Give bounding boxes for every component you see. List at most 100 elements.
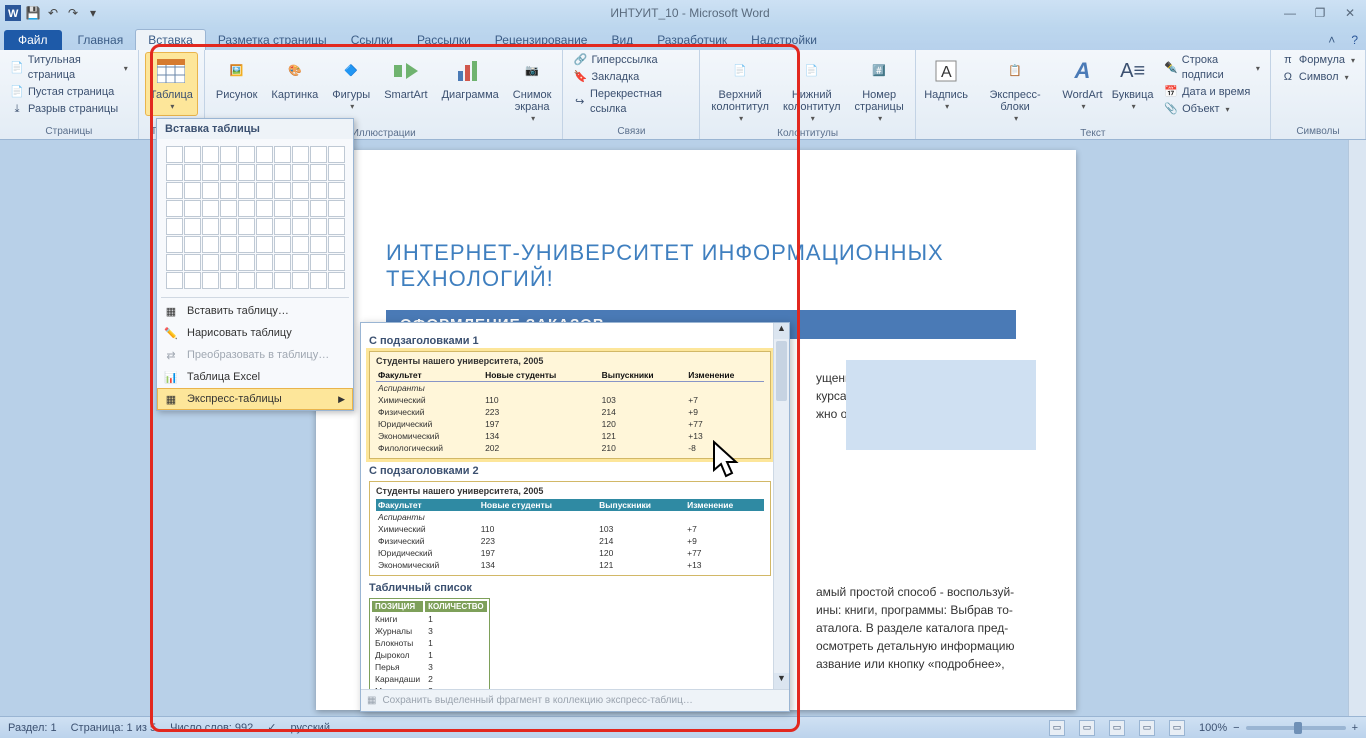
clipart-button[interactable]: 🎨Картинка bbox=[266, 52, 323, 104]
datetime-button[interactable]: 📅Дата и время bbox=[1160, 84, 1264, 101]
minimize-button[interactable]: — bbox=[1278, 6, 1302, 20]
grid-cell[interactable] bbox=[310, 200, 327, 217]
view-draft-icon[interactable]: ▭ bbox=[1169, 720, 1185, 736]
scroll-thumb[interactable] bbox=[776, 341, 787, 401]
grid-cell[interactable] bbox=[184, 272, 201, 289]
grid-cell[interactable] bbox=[166, 254, 183, 271]
grid-cell[interactable] bbox=[166, 236, 183, 253]
grid-cell[interactable] bbox=[220, 272, 237, 289]
grid-cell[interactable] bbox=[184, 164, 201, 181]
grid-cell[interactable] bbox=[220, 236, 237, 253]
grid-cell[interactable] bbox=[328, 272, 345, 289]
grid-cell[interactable] bbox=[274, 164, 291, 181]
scroll-up-icon[interactable]: ▲ bbox=[774, 323, 789, 339]
pagenum-button[interactable]: #️⃣Номер страницы▾ bbox=[850, 52, 909, 128]
grid-cell[interactable] bbox=[256, 164, 273, 181]
gallery-item-subheadings-2[interactable]: Студенты нашего университета, 2005 Факул… bbox=[369, 481, 771, 576]
grid-cell[interactable] bbox=[166, 200, 183, 217]
grid-cell[interactable] bbox=[202, 146, 219, 163]
grid-cell[interactable] bbox=[220, 254, 237, 271]
grid-cell[interactable] bbox=[184, 254, 201, 271]
save-icon[interactable]: 💾 bbox=[24, 4, 42, 22]
grid-cell[interactable] bbox=[256, 254, 273, 271]
grid-cell[interactable] bbox=[256, 236, 273, 253]
word-icon[interactable]: W bbox=[4, 4, 22, 22]
hyperlink-button[interactable]: 🔗Гиперссылка bbox=[569, 52, 693, 69]
table-button[interactable]: Таблица▾ bbox=[145, 52, 198, 116]
grid-cell[interactable] bbox=[238, 254, 255, 271]
grid-cell[interactable] bbox=[220, 200, 237, 217]
tab-addins[interactable]: Надстройки bbox=[739, 30, 829, 50]
grid-cell[interactable] bbox=[310, 218, 327, 235]
grid-cell[interactable] bbox=[310, 272, 327, 289]
grid-cell[interactable] bbox=[274, 146, 291, 163]
grid-cell[interactable] bbox=[184, 236, 201, 253]
qa-more-icon[interactable]: ▾ bbox=[84, 4, 102, 22]
maximize-button[interactable]: ❐ bbox=[1308, 6, 1332, 20]
tab-review[interactable]: Рецензирование bbox=[483, 30, 600, 50]
grid-cell[interactable] bbox=[274, 218, 291, 235]
grid-cell[interactable] bbox=[310, 236, 327, 253]
grid-cell[interactable] bbox=[256, 218, 273, 235]
draw-table-item[interactable]: ✏️Нарисовать таблицу bbox=[157, 322, 353, 344]
grid-cell[interactable] bbox=[202, 164, 219, 181]
view-read-icon[interactable]: ▭ bbox=[1079, 720, 1095, 736]
status-words[interactable]: Число слов: 992 bbox=[170, 722, 253, 734]
grid-cell[interactable] bbox=[166, 146, 183, 163]
page-break-button[interactable]: ⤓Разрыв страницы bbox=[6, 101, 132, 118]
textbox-button[interactable]: AНадпись▾ bbox=[922, 52, 971, 116]
insert-table-item[interactable]: ▦Вставить таблицу… bbox=[157, 300, 353, 322]
shapes-button[interactable]: 🔷Фигуры▾ bbox=[327, 52, 375, 116]
grid-cell[interactable] bbox=[328, 236, 345, 253]
grid-cell[interactable] bbox=[184, 200, 201, 217]
zoom-value[interactable]: 100% bbox=[1199, 722, 1227, 734]
grid-cell[interactable] bbox=[202, 200, 219, 217]
grid-cell[interactable] bbox=[238, 146, 255, 163]
grid-cell[interactable] bbox=[220, 218, 237, 235]
grid-cell[interactable] bbox=[292, 254, 309, 271]
grid-cell[interactable] bbox=[292, 218, 309, 235]
gallery-footer[interactable]: ▦ Сохранить выделенный фрагмент в коллек… bbox=[361, 689, 789, 711]
grid-cell[interactable] bbox=[166, 272, 183, 289]
symbol-button[interactable]: ΩСимвол▾ bbox=[1277, 69, 1359, 86]
zoom-slider[interactable] bbox=[1246, 726, 1346, 730]
grid-cell[interactable] bbox=[310, 164, 327, 181]
zoom-out-button[interactable]: − bbox=[1233, 722, 1239, 734]
grid-cell[interactable] bbox=[202, 218, 219, 235]
grid-cell[interactable] bbox=[328, 146, 345, 163]
tab-insert[interactable]: Вставка bbox=[135, 29, 206, 50]
picture-button[interactable]: 🖼️Рисунок bbox=[211, 52, 263, 104]
grid-cell[interactable] bbox=[292, 236, 309, 253]
grid-cell[interactable] bbox=[238, 200, 255, 217]
grid-cell[interactable] bbox=[256, 200, 273, 217]
grid-cell[interactable] bbox=[238, 182, 255, 199]
cover-page-button[interactable]: 📄Титульная страница▾ bbox=[6, 52, 132, 84]
view-web-icon[interactable]: ▭ bbox=[1109, 720, 1125, 736]
object-button[interactable]: 📎Объект▾ bbox=[1160, 101, 1264, 118]
grid-cell[interactable] bbox=[166, 182, 183, 199]
grid-cell[interactable] bbox=[328, 200, 345, 217]
vertical-scrollbar[interactable] bbox=[1348, 140, 1366, 716]
grid-cell[interactable] bbox=[328, 182, 345, 199]
grid-cell[interactable] bbox=[184, 146, 201, 163]
scroll-down-icon[interactable]: ▼ bbox=[774, 673, 789, 689]
status-language[interactable]: русский bbox=[291, 722, 330, 734]
grid-cell[interactable] bbox=[202, 236, 219, 253]
grid-cell[interactable] bbox=[274, 200, 291, 217]
tab-mailings[interactable]: Рассылки bbox=[405, 30, 483, 50]
quickparts-button[interactable]: 📋Экспресс-блоки▾ bbox=[974, 52, 1055, 128]
screenshot-button[interactable]: 📷Снимок экрана▾ bbox=[508, 52, 557, 128]
dropcap-button[interactable]: A≡Буквица▾ bbox=[1109, 52, 1156, 116]
redo-icon[interactable]: ↷ bbox=[64, 4, 82, 22]
grid-cell[interactable] bbox=[256, 182, 273, 199]
grid-cell[interactable] bbox=[202, 254, 219, 271]
smartart-button[interactable]: SmartArt bbox=[379, 52, 432, 104]
table-size-grid[interactable] bbox=[157, 139, 353, 295]
grid-cell[interactable] bbox=[166, 218, 183, 235]
view-outline-icon[interactable]: ▭ bbox=[1139, 720, 1155, 736]
grid-cell[interactable] bbox=[292, 272, 309, 289]
grid-cell[interactable] bbox=[292, 182, 309, 199]
quick-tables-item[interactable]: ▦Экспресс-таблицы▶ bbox=[157, 388, 353, 410]
tab-view[interactable]: Вид bbox=[599, 30, 645, 50]
excel-table-item[interactable]: 📊Таблица Excel bbox=[157, 366, 353, 388]
